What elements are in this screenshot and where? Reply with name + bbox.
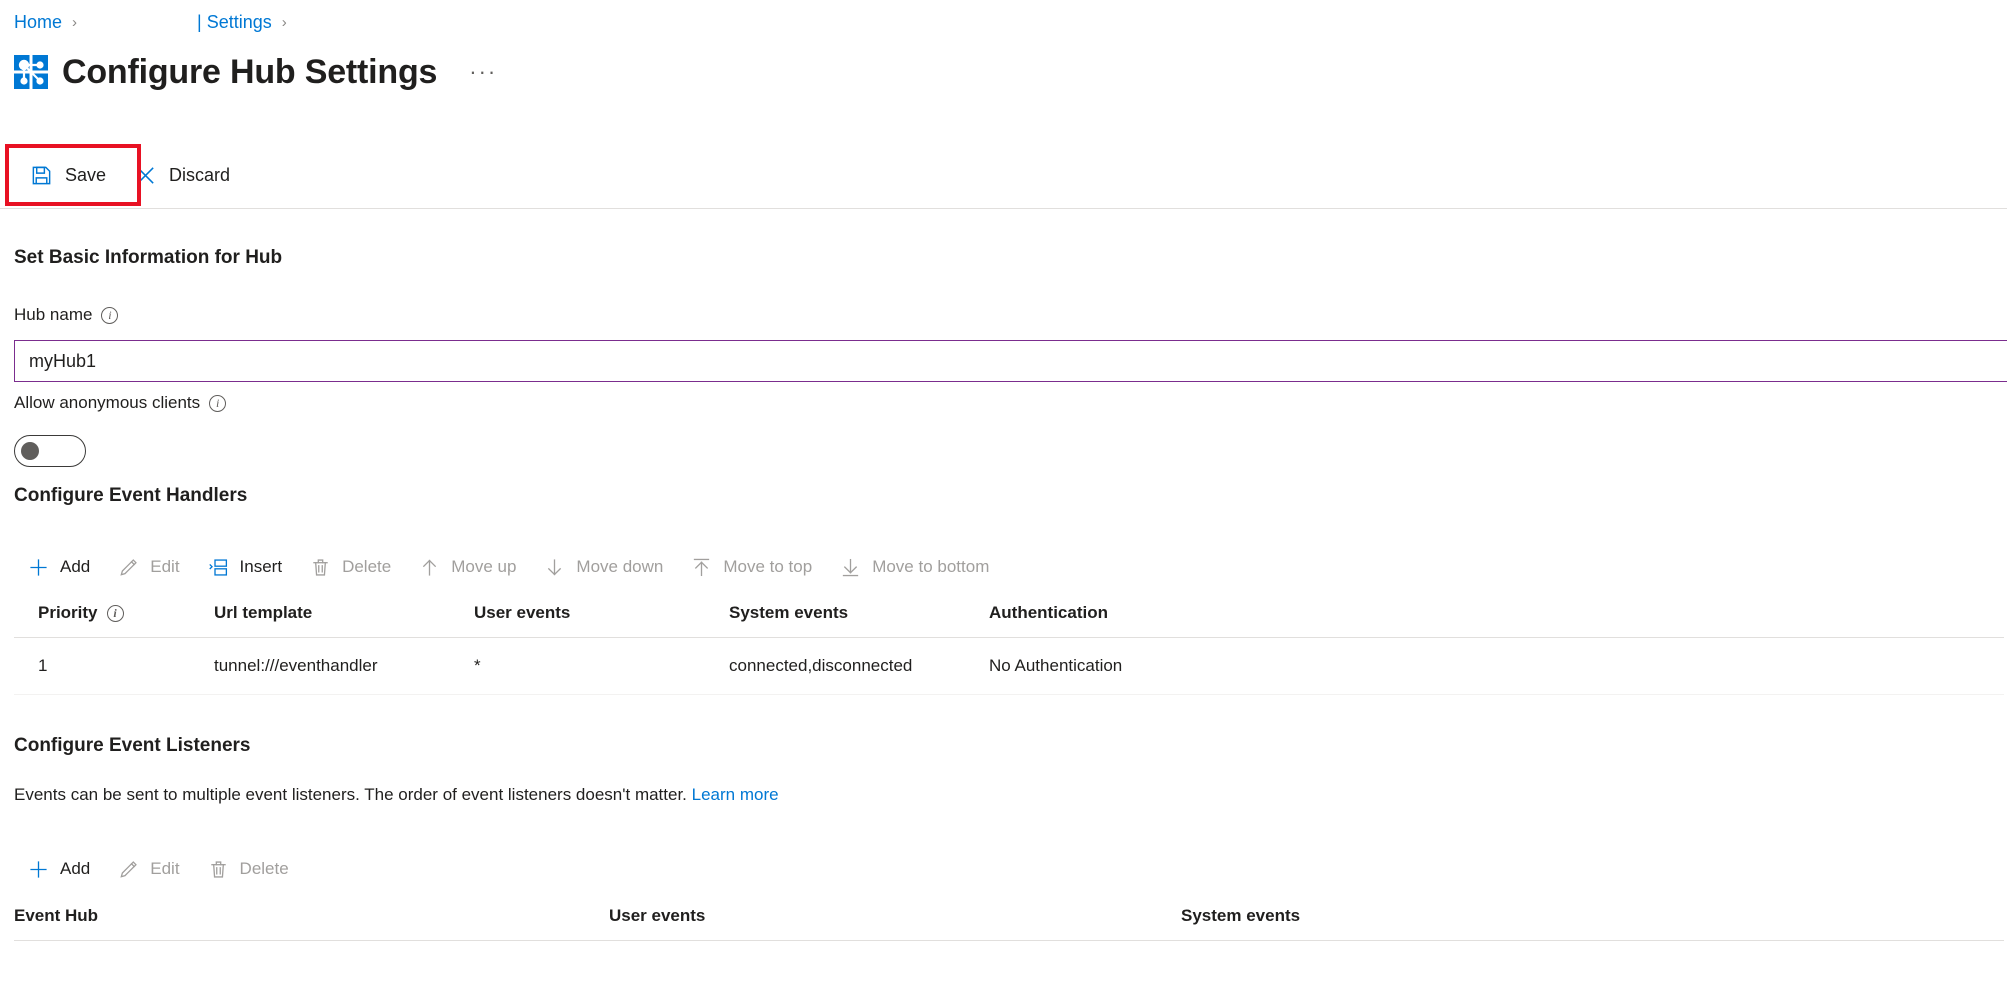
handlers-add-button[interactable]: Add [14, 547, 104, 587]
handlers-insert-label: Insert [240, 557, 283, 577]
anonymous-clients-label: Allow anonymous clients [14, 393, 200, 413]
handlers-insert-button[interactable]: Insert [194, 547, 297, 587]
listeners-delete-button: Delete [194, 849, 303, 889]
event-listeners-heading: Configure Event Listeners [14, 735, 251, 757]
arrow-to-top-icon [691, 557, 712, 578]
chevron-right-icon-2: › [282, 14, 287, 31]
command-bar-divider [0, 208, 2007, 209]
discard-button-label: Discard [169, 165, 230, 186]
event-listeners-description: Events can be sent to multiple event lis… [14, 785, 687, 804]
column-header-priority-label: Priority [38, 603, 98, 623]
handlers-move-up-button: Move up [405, 547, 530, 587]
handlers-move-to-top-label: Move to top [723, 557, 812, 577]
table-header-row: Event Hub User events System events [14, 898, 2004, 941]
cell-user-events: * [474, 638, 729, 695]
handlers-move-down-button: Move down [530, 547, 677, 587]
toggle-knob [21, 442, 39, 460]
event-handlers-toolbar: Add Edit Insert Delete Move up Move down Move … [14, 545, 1003, 589]
basic-info-heading: Set Basic Information for Hub [14, 247, 282, 269]
pencil-icon [118, 557, 139, 578]
hub-name-label-row: Hub name i [14, 305, 118, 325]
handlers-move-to-bottom-label: Move to bottom [872, 557, 989, 577]
command-bar: Save Discard [0, 145, 2007, 205]
hub-name-input[interactable] [14, 340, 2007, 382]
trash-icon [310, 557, 331, 578]
column-header-authentication[interactable]: Authentication [989, 595, 2004, 638]
listeners-edit-label: Edit [150, 859, 179, 879]
column-header-priority[interactable]: Priority i [14, 595, 214, 638]
handlers-delete-button: Delete [296, 547, 405, 587]
anonymous-clients-toggle[interactable] [14, 435, 86, 467]
event-listeners-description-row: Events can be sent to multiple event lis… [14, 785, 779, 805]
cell-authentication: No Authentication [989, 638, 2004, 695]
handlers-delete-label: Delete [342, 557, 391, 577]
column-header-system-events[interactable]: System events [729, 595, 989, 638]
save-button[interactable]: Save [16, 153, 120, 197]
listeners-delete-label: Delete [240, 859, 289, 879]
handlers-move-to-bottom-button: Move to bottom [826, 547, 1003, 587]
pencil-icon [118, 859, 139, 880]
info-icon-anonymous-clients[interactable]: i [209, 395, 226, 412]
handlers-edit-label: Edit [150, 557, 179, 577]
info-icon-hub-name[interactable]: i [101, 307, 118, 324]
web-pubsub-icon [14, 55, 48, 89]
event-listeners-table: Event Hub User events System events [14, 898, 2004, 941]
breadcrumb-settings[interactable]: | Settings [197, 12, 272, 33]
info-icon-priority[interactable]: i [107, 605, 124, 622]
learn-more-link[interactable]: Learn more [692, 785, 779, 804]
listeners-add-label: Add [60, 859, 90, 879]
column-header-user-events[interactable]: User events [474, 595, 729, 638]
save-icon [30, 164, 53, 187]
insert-icon [208, 557, 229, 578]
page-header: Configure Hub Settings ··· [14, 44, 503, 100]
cell-system-events: connected,disconnected [729, 638, 989, 695]
table-header-row: Priority i Url template User events Syst… [14, 595, 2004, 638]
plus-icon [28, 557, 49, 578]
arrow-down-icon [544, 557, 565, 578]
event-handlers-heading: Configure Event Handlers [14, 485, 247, 507]
breadcrumb-home[interactable]: Home [14, 12, 62, 33]
event-listeners-toolbar: Add Edit Delete [14, 847, 303, 891]
handlers-move-to-top-button: Move to top [677, 547, 826, 587]
arrow-to-bottom-icon [840, 557, 861, 578]
discard-button[interactable]: Discard [120, 153, 244, 197]
save-button-label: Save [65, 165, 106, 186]
table-row[interactable]: 1 tunnel:///eventhandler * connected,dis… [14, 638, 2004, 695]
handlers-edit-button: Edit [104, 547, 193, 587]
listeners-edit-button: Edit [104, 849, 193, 889]
trash-icon [208, 859, 229, 880]
event-handlers-table-body: 1 tunnel:///eventhandler * connected,dis… [14, 638, 2004, 695]
cell-url-template: tunnel:///eventhandler [214, 638, 474, 695]
handlers-move-up-label: Move up [451, 557, 516, 577]
more-options-button[interactable]: ··· [463, 57, 503, 87]
breadcrumb: Home › | Settings › [14, 6, 297, 38]
close-icon [134, 164, 157, 187]
arrow-up-icon [419, 557, 440, 578]
chevron-right-icon: › [72, 14, 77, 31]
listeners-add-button[interactable]: Add [14, 849, 104, 889]
plus-icon [28, 859, 49, 880]
anonymous-clients-label-row: Allow anonymous clients i [14, 393, 226, 413]
cell-priority: 1 [14, 638, 214, 695]
handlers-move-down-label: Move down [576, 557, 663, 577]
handlers-add-label: Add [60, 557, 90, 577]
column-header-user-events-2[interactable]: User events [609, 898, 1181, 941]
column-header-url-template[interactable]: Url template [214, 595, 474, 638]
page-title: Configure Hub Settings [62, 55, 437, 89]
column-header-system-events-2[interactable]: System events [1181, 898, 2004, 941]
hub-name-label: Hub name [14, 305, 92, 325]
column-header-event-hub[interactable]: Event Hub [14, 898, 609, 941]
event-handlers-table: Priority i Url template User events Syst… [14, 595, 2004, 695]
